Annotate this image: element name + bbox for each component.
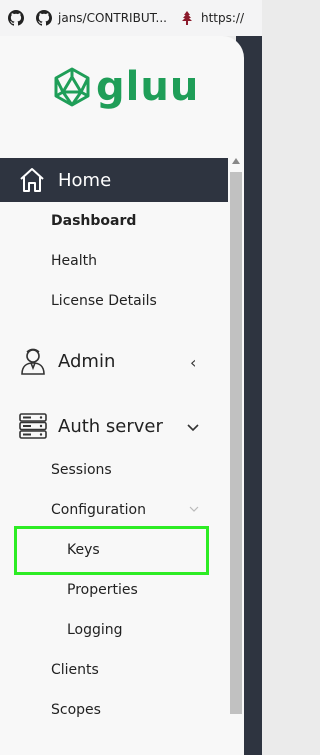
github-icon [8,10,24,26]
nav-configuration[interactable]: Configuration [51,501,146,519]
brand-logo[interactable]: gluu [52,66,199,108]
nav-logging[interactable]: Logging [67,621,123,639]
nav-admin-label: Admin [58,350,116,372]
scrollbar-thumb[interactable] [230,172,242,714]
nav-auth-server[interactable]: Auth server [18,411,163,441]
bookmark-label: https:// [200,11,244,25]
scroll-up-arrow-icon[interactable] [232,158,240,164]
bookmarks-bar: jans/CONTRIBUT... https:// [0,0,262,36]
bookmark-https[interactable]: https:// [179,10,244,26]
bookmark-github[interactable] [8,10,24,26]
chevron-down-icon [187,424,199,432]
nav-admin[interactable]: Admin [18,346,115,376]
admin-user-icon [21,348,45,375]
nav-auth-server-label: Auth server [58,415,163,437]
gluu-logo-icon [54,67,90,107]
chevron-down-icon [189,506,199,512]
nav-dashboard[interactable]: Dashboard [51,212,136,230]
properties-highlight-box [14,526,209,575]
nav-health[interactable]: Health [51,252,97,270]
nav-scopes[interactable]: Scopes [51,701,101,719]
github-icon [36,10,52,26]
server-icon [19,413,47,439]
nav-home[interactable]: Home [0,158,228,202]
tree-icon [181,11,192,25]
bookmark-jans-contributing[interactable]: jans/CONTRIBUT... [36,10,167,26]
home-icon [20,168,44,192]
chevron-left-icon: ‹ [190,353,197,372]
nav-clients[interactable]: Clients [51,661,99,679]
nav-properties[interactable]: Properties [67,581,138,599]
sidebar: gluu Home Dashboard Health License Detai… [0,36,244,755]
bookmark-label: jans/CONTRIBUT... [58,11,167,25]
nav-license-details[interactable]: License Details [51,292,157,310]
nav-home-label: Home [58,169,112,191]
nav-sessions[interactable]: Sessions [51,461,112,479]
brand-name: gluu [96,64,200,110]
